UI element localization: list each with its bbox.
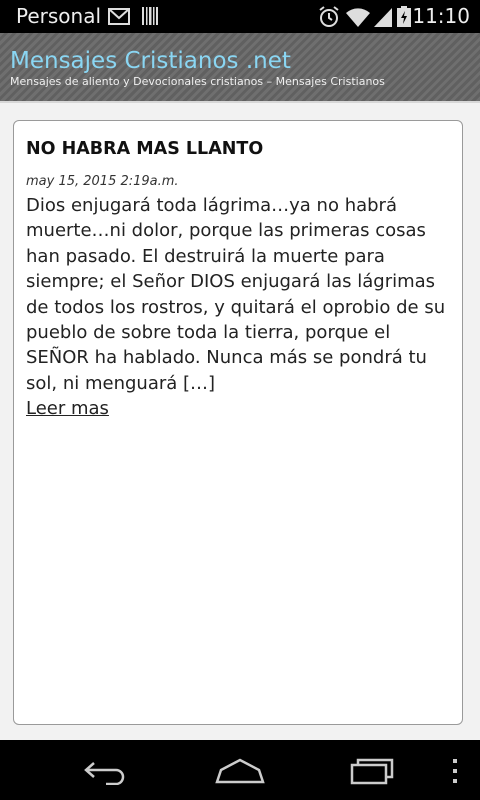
alarm-icon <box>318 6 340 32</box>
signal-icon <box>372 6 394 32</box>
header-divider <box>0 101 480 103</box>
post-date: may 15, 2015 2:19a.m. <box>26 174 179 189</box>
home-icon[interactable] <box>214 758 266 788</box>
clock: 11:10 <box>412 4 470 28</box>
post-excerpt-container: Dios enjugará toda lágrima…ya no habrá m… <box>26 193 451 422</box>
battery-icon <box>396 6 412 32</box>
email-icon <box>108 6 130 30</box>
post-title[interactable]: NO HABRA MAS LLANTO <box>26 138 263 160</box>
status-bar: Personal 11:10 <box>0 0 480 33</box>
carrier-name: Personal <box>16 4 102 28</box>
site-header: Mensajes Cristianos .net Mensajes de ali… <box>0 33 480 101</box>
wifi-icon <box>345 6 371 32</box>
menu-icon[interactable] <box>450 758 460 788</box>
recents-icon[interactable] <box>350 755 398 789</box>
barcode-icon <box>141 6 159 30</box>
read-more-link[interactable]: Leer mas <box>26 396 451 421</box>
back-icon[interactable] <box>82 757 130 789</box>
site-tagline: Mensajes de aliento y Devocionales crist… <box>10 75 385 88</box>
navigation-bar <box>0 740 480 800</box>
site-title[interactable]: Mensajes Cristianos .net <box>10 47 291 75</box>
post-excerpt: Dios enjugará toda lágrima…ya no habrá m… <box>26 195 446 394</box>
post-card: NO HABRA MAS LLANTO may 15, 2015 2:19a.m… <box>13 120 463 725</box>
